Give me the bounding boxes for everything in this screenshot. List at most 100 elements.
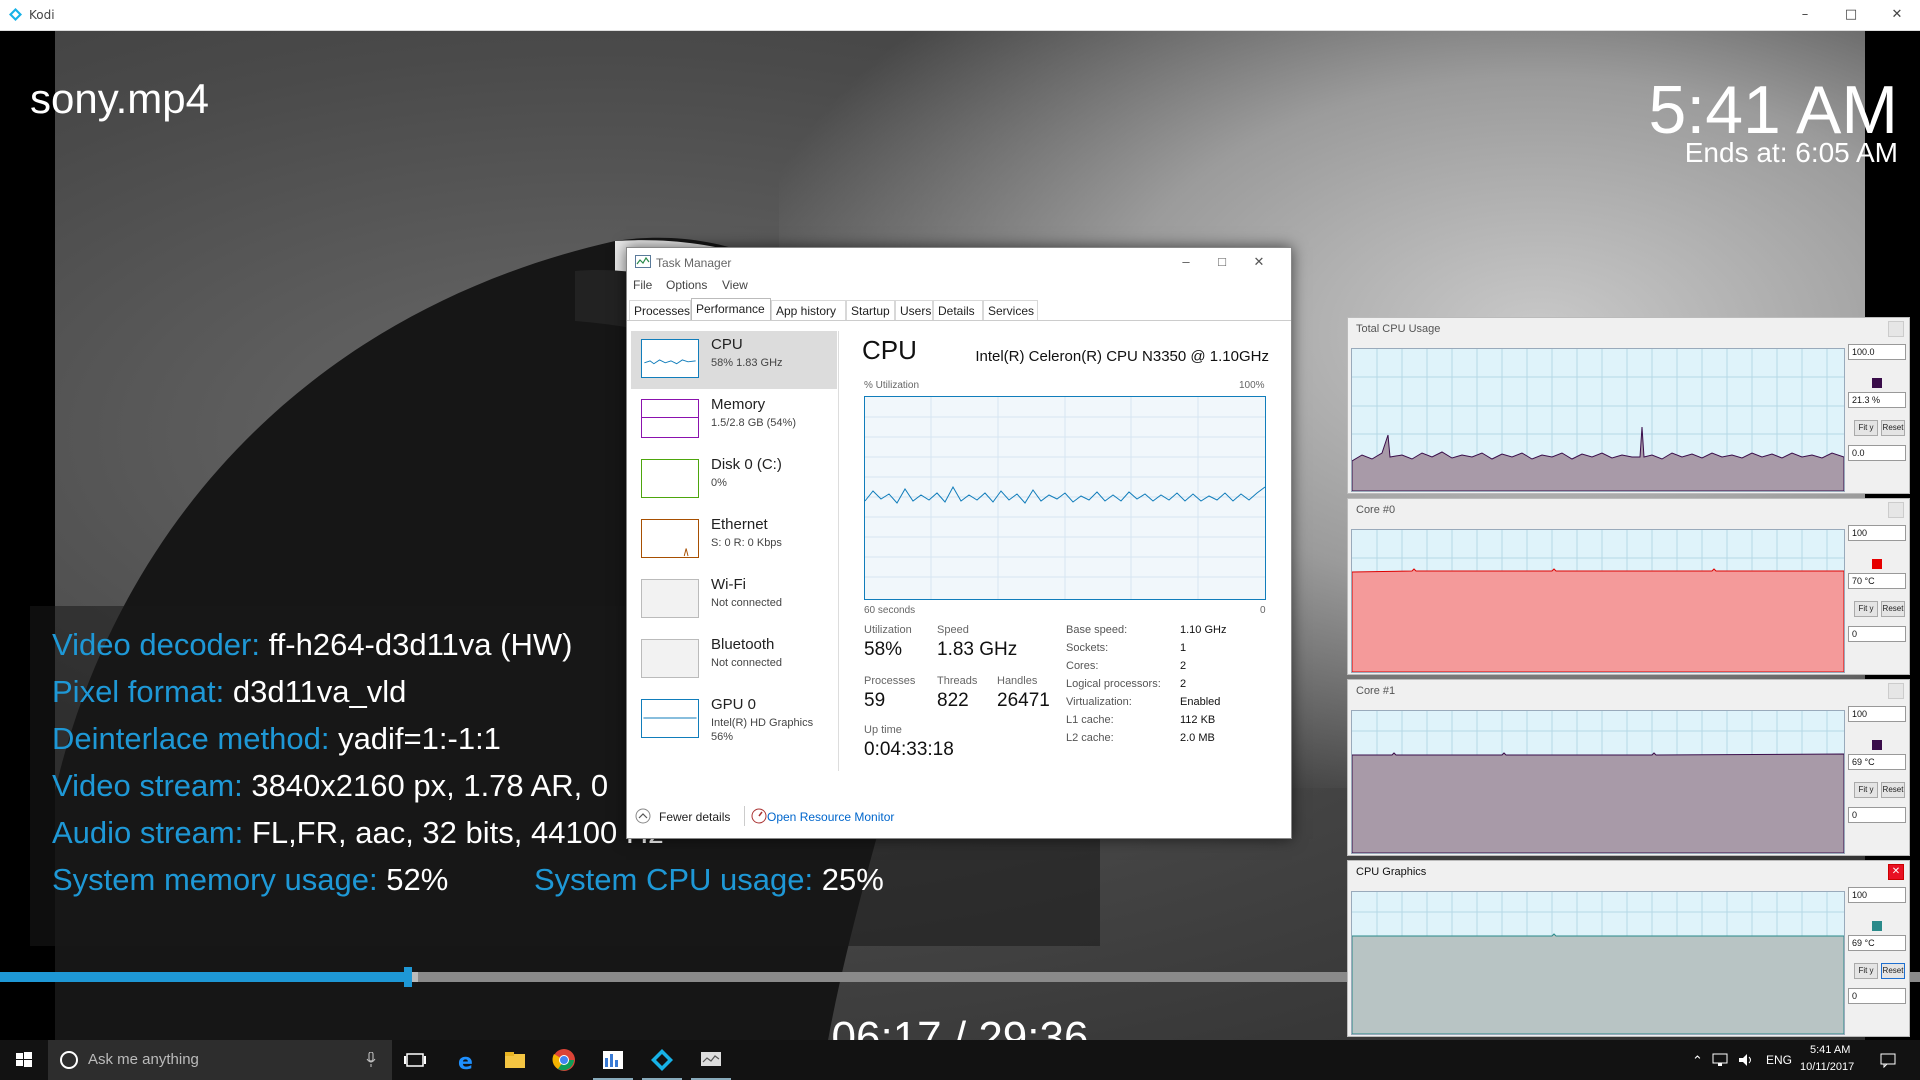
monitor-app-icon[interactable]	[699, 1048, 723, 1072]
language-indicator[interactable]: ENG	[1766, 1053, 1792, 1067]
tm-close-button[interactable]: ✕	[1244, 251, 1274, 273]
media-title: sony.mp4	[30, 75, 209, 122]
tab-app-history[interactable]: App history	[771, 300, 846, 320]
detail-base-speed-value: 1.10 GHz	[1180, 624, 1227, 636]
handles-value: 26471	[997, 690, 1050, 711]
panel-min-field[interactable]: 0.0	[1848, 445, 1906, 461]
tab-services[interactable]: Services	[983, 300, 1038, 320]
sidebar-item-cpu[interactable]: CPU 58% 1.83 GHz	[631, 331, 837, 389]
microphone-icon[interactable]	[366, 1052, 376, 1068]
panel-core-1: Core #1 100 69 °C Fit y Reset 0	[1347, 679, 1910, 856]
tab-startup[interactable]: Startup	[846, 300, 895, 320]
reset-button[interactable]: Reset	[1881, 420, 1905, 436]
edge-icon[interactable]: e	[455, 1048, 479, 1072]
processes-value: 59	[864, 690, 886, 711]
panel-min-field[interactable]: 0	[1848, 988, 1906, 1004]
detail-logical-label: Logical processors:	[1066, 678, 1161, 690]
series-color-swatch[interactable]	[1872, 559, 1882, 569]
task-view-icon[interactable]	[403, 1048, 427, 1072]
fit-y-button[interactable]: Fit y	[1854, 420, 1878, 436]
panel-max-field[interactable]: 100	[1848, 706, 1906, 722]
network-icon[interactable]	[1712, 1053, 1728, 1067]
panel-max-field[interactable]: 100	[1848, 887, 1906, 903]
util-value: 58%	[864, 639, 903, 660]
notifications-icon[interactable]	[1880, 1052, 1896, 1068]
kodi-taskbar-icon[interactable]	[650, 1048, 674, 1072]
menu-view[interactable]: View	[722, 278, 748, 292]
osd-ends-at: Ends at: 6:05 AM	[1684, 137, 1898, 168]
panel-min-field[interactable]: 0	[1848, 807, 1906, 823]
reset-button[interactable]: Reset	[1881, 963, 1905, 979]
series-color-swatch[interactable]	[1872, 921, 1882, 931]
total-cpu-plot	[1351, 348, 1845, 492]
panel-close-button[interactable]	[1888, 683, 1904, 699]
panel-close-button[interactable]: ✕	[1888, 864, 1904, 880]
fit-y-button[interactable]: Fit y	[1854, 782, 1878, 798]
menu-options[interactable]: Options	[666, 278, 707, 292]
panel-min-field[interactable]: 0	[1848, 626, 1906, 642]
zero-label: 0	[1260, 605, 1266, 616]
minimize-button[interactable]: –	[1790, 4, 1820, 26]
menu-file[interactable]: File	[633, 278, 652, 292]
tm-maximize-button[interactable]: □	[1207, 251, 1237, 273]
file-explorer-icon[interactable]	[503, 1048, 527, 1072]
sidebar-item-wifi[interactable]: Wi-Fi Not connected	[631, 571, 837, 629]
panel-max-field[interactable]: 100	[1848, 525, 1906, 541]
chrome-icon[interactable]	[552, 1048, 576, 1072]
uptime-label: Up time	[864, 724, 902, 736]
tab-performance[interactable]: Performance	[691, 298, 771, 320]
performance-panel: CPU 58% 1.83 GHz Memory 1.5/2.8 GB (54%)…	[627, 320, 1291, 795]
sidebar-item-ethernet[interactable]: Ethernet S: 0 R: 0 Kbps	[631, 511, 837, 569]
task-manager-taskbar-icon[interactable]	[601, 1048, 625, 1072]
open-resource-monitor-link[interactable]: Open Resource Monitor	[767, 810, 894, 824]
taskbar-date[interactable]: 10/11/2017	[1800, 1061, 1854, 1073]
show-hidden-icons[interactable]: ⌃	[1692, 1053, 1703, 1069]
info-pixel-format: Pixel format: d3d11va_vld	[52, 674, 407, 709]
info-deinterlace: Deinterlace method: yadif=1:-1:1	[52, 721, 501, 756]
series-color-swatch[interactable]	[1872, 740, 1882, 750]
detail-l2-label: L2 cache:	[1066, 732, 1114, 744]
fewer-details-link[interactable]: Fewer details	[659, 810, 730, 824]
search-box[interactable]: Ask me anything	[48, 1040, 392, 1080]
maximize-button[interactable]: □	[1836, 4, 1866, 26]
sidebar-item-disk[interactable]: Disk 0 (C:) 0%	[631, 451, 837, 509]
uptime-value: 0:04:33:18	[864, 739, 954, 760]
volume-icon[interactable]	[1738, 1053, 1754, 1067]
threads-value: 822	[937, 690, 969, 711]
tab-processes[interactable]: Processes	[629, 300, 691, 320]
tm-minimize-button[interactable]: –	[1171, 251, 1201, 273]
reset-button[interactable]: Reset	[1881, 601, 1905, 617]
series-color-swatch[interactable]	[1872, 378, 1882, 388]
fit-y-button[interactable]: Fit y	[1854, 601, 1878, 617]
fit-y-button[interactable]: Fit y	[1854, 963, 1878, 979]
max-label: 100%	[1239, 380, 1265, 391]
detail-base-speed-label: Base speed:	[1066, 624, 1128, 636]
tab-users[interactable]: Users	[895, 300, 933, 320]
sidebar-item-bluetooth[interactable]: Bluetooth Not connected	[631, 631, 837, 689]
detail-logical-value: 2	[1180, 678, 1187, 690]
detail-cores-label: Cores:	[1066, 660, 1099, 672]
detail-sockets-value: 1	[1180, 642, 1187, 654]
resource-monitor-icon	[751, 808, 767, 824]
windows-start-icon[interactable]	[0, 1040, 48, 1080]
reset-button[interactable]: Reset	[1881, 782, 1905, 798]
cpu-heading: CPU	[862, 335, 917, 365]
close-button[interactable]: ✕	[1882, 4, 1912, 26]
task-manager-window[interactable]: Task Manager – □ ✕ File Options View Pro…	[626, 247, 1292, 839]
ethernet-thumbnail	[641, 519, 699, 558]
chevron-up-icon[interactable]	[635, 808, 651, 824]
panel-core-0: Core #0 100 70 °C Fit y Reset 0	[1347, 498, 1910, 675]
panel-cpu-graphics: CPU Graphics ✕ 100 69 °C Fit y Reset 0	[1347, 860, 1910, 1037]
panel-max-field[interactable]: 100.0	[1848, 344, 1906, 360]
detail-virtualization-value: Enabled	[1180, 696, 1221, 708]
sidebar-item-gpu[interactable]: GPU 0 Intel(R) HD Graphics 56%	[631, 691, 837, 755]
seek-bar-handle[interactable]	[404, 967, 412, 987]
taskbar-clock[interactable]: 5:41 AM	[1810, 1044, 1850, 1056]
tab-details[interactable]: Details	[933, 300, 983, 320]
sidebar-item-memory[interactable]: Memory 1.5/2.8 GB (54%)	[631, 391, 837, 449]
panel-close-button[interactable]	[1888, 502, 1904, 518]
info-system-cpu: System CPU usage: 25%	[534, 862, 884, 897]
panel-close-button[interactable]	[1888, 321, 1904, 337]
task-manager-icon	[635, 255, 651, 268]
search-placeholder: Ask me anything	[88, 1051, 199, 1068]
